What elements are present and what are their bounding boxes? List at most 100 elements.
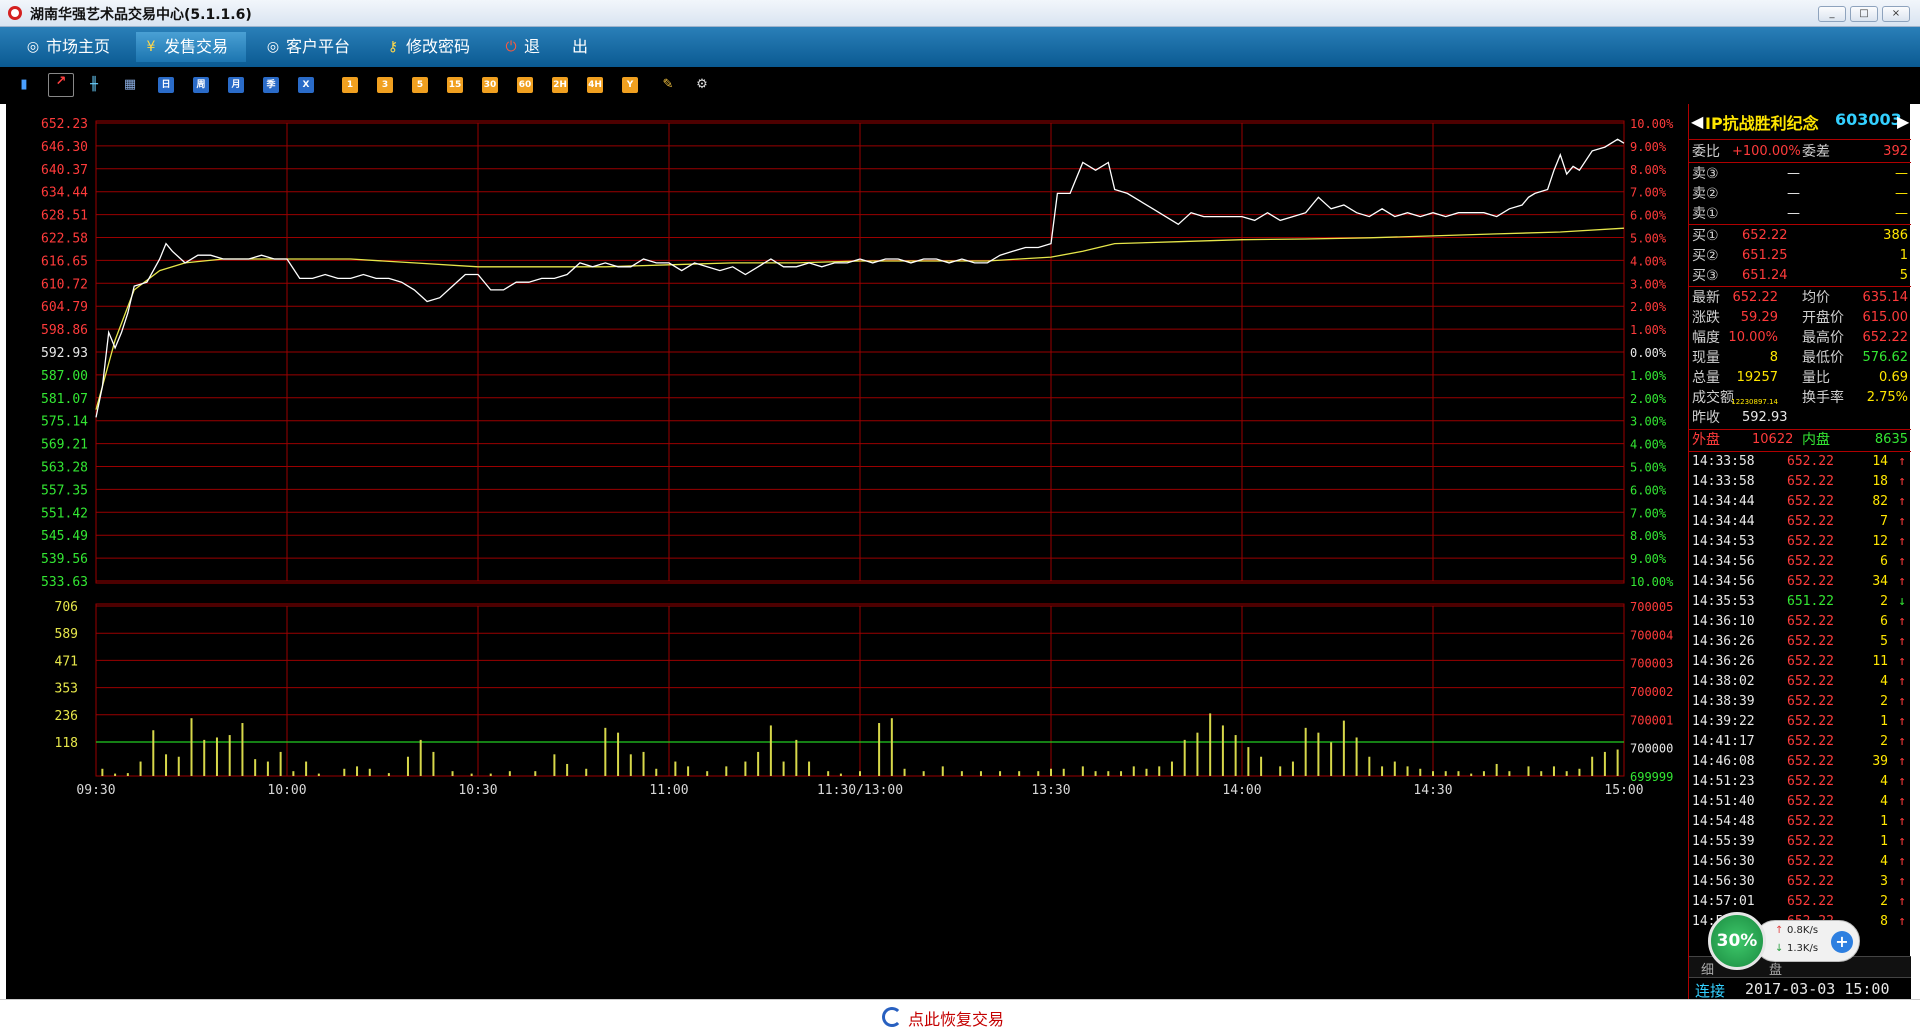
time-tick-label: 13:30 [1031,783,1070,798]
minimize-button[interactable]: _ [1818,6,1846,22]
stat-value: 576.62 [1862,350,1909,365]
time-tick-label: 15:00 [1604,783,1643,798]
volume-bar [1018,771,1021,776]
tick-time: 14:35:53 [1692,594,1755,609]
tick-time: 14:46:08 [1692,754,1755,769]
time-tick-label: 14:00 [1222,783,1261,798]
period-x-button[interactable]: X [298,77,314,93]
plus-icon[interactable]: + [1831,931,1853,953]
period-month-button[interactable]: 月 [228,77,244,93]
tick-list[interactable]: 14:33:58 652.22 14 ↑ 14:33:58 652.22 18 ↑ 14:34:… [1689,452,1911,952]
menu-logout[interactable]: ⏻ 退 出 [496,32,606,62]
price-tick-label: 652.23 [41,117,88,132]
tick-price: 652.22 [1787,834,1834,849]
maximize-button[interactable]: □ [1850,6,1878,22]
bid-volume: 386 [1883,228,1908,243]
volume-bar [279,751,282,776]
ask-row: 卖① — — [1692,204,1908,224]
tick-price: 652.22 [1787,654,1834,669]
tick-volume: 2 [1880,734,1888,749]
network-speed-widget[interactable]: ↑ 0.8K/s ↓ 1.3K/s + 30% [1708,912,1860,970]
tick-price: 652.22 [1787,894,1834,909]
power-icon: ⏻ [505,39,517,55]
menu-issue-trade[interactable]: ¥ 发售交易 [136,32,246,62]
tick-row: 14:33:58 652.22 18 ↑ [1692,472,1908,492]
menu-client-platform[interactable]: ◎ 客户平台 [258,32,364,62]
minute-3-button[interactable]: 3 [377,77,393,93]
tick-row: 14:34:53 652.22 12 ↑ [1692,532,1908,552]
gear-icon[interactable]: ⚙ [694,77,710,93]
period-day-button[interactable]: 日 [158,77,174,93]
tick-row: 14:38:39 652.22 2 ↑ [1692,692,1908,712]
tick-price: 652.22 [1787,774,1834,789]
connection-label: 连接 [1695,982,1726,1000]
minute-30-button[interactable]: 30 [482,77,498,93]
close-button[interactable]: × [1882,6,1910,22]
bid-volume: 1 [1899,248,1908,263]
percent-tick-label: 4.00% [1630,438,1667,452]
line-chart-icon[interactable]: ↗ [48,73,74,97]
tick-price: 652.22 [1787,574,1834,589]
stat-value: 635.14 [1862,290,1909,305]
year-button[interactable]: Y [622,77,638,93]
tick-price: 652.22 [1787,874,1834,889]
prev-stock-arrow-icon[interactable]: ◀ [1691,112,1703,131]
minute-15-button[interactable]: 15 [447,77,463,93]
volume-bar [1540,771,1543,776]
menu-change-password[interactable]: ⚷ 修改密码 [378,32,488,62]
hour-4-button[interactable]: 4H [587,77,603,93]
volume-bar [1381,766,1384,776]
tick-time: 14:33:58 [1692,454,1755,469]
tick-volume: 5 [1880,634,1888,649]
candlestick-icon[interactable]: ╫ [86,77,102,93]
intraday-chart[interactable]: 652.23 10.00% 646.30 9.00% 640.37 8.00% 634.44… [6,104,1688,999]
pencil-icon[interactable]: ✎ [660,77,676,93]
price-tick-label: 557.35 [41,483,88,498]
minute-1-button[interactable]: 1 [342,77,358,93]
calendar-icon[interactable]: ▦ [122,77,138,93]
volume-bar [674,761,677,776]
tick-price: 652.22 [1787,514,1834,529]
period-week-button[interactable]: 周 [193,77,209,93]
volume-bar [1508,771,1511,776]
minute-5-button[interactable]: 5 [412,77,428,93]
up-arrow-icon: ↑ [1898,514,1906,529]
swirl-logo-icon [882,1007,902,1027]
volume-tick-label: 589 [55,627,78,642]
volume-right-label: 700000 [1630,742,1673,756]
percent-tick-label: 8.00% [1630,163,1667,177]
menu-label: 发售交易 [164,37,229,56]
tick-price: 652.22 [1787,674,1834,689]
tick-time: 14:55:39 [1692,834,1755,849]
restore-trade-link[interactable]: 点此恢复交易 [882,1006,1004,1029]
volume-bar [706,771,709,776]
next-stock-arrow-icon[interactable]: ▶ [1897,112,1909,131]
volume-bar [1183,739,1186,776]
volume-bar [617,732,620,776]
volume-bar [1317,732,1320,776]
hour-2-button[interactable]: 2H [552,77,568,93]
bid-row: 买① 652.22 386 [1692,226,1908,246]
volume-bar [114,773,117,776]
volume-bar [228,735,231,776]
tick-price: 652.22 [1787,474,1834,489]
period-quarter-button[interactable]: 季 [263,77,279,93]
volume-bar [241,723,244,776]
tick-volume: 2 [1880,894,1888,909]
tick-time: 14:51:23 [1692,774,1755,789]
volume-bar [1552,766,1555,776]
window-title: 湖南华强艺术品交易中心(5.1.1.6) [30,7,252,23]
globe-icon: ◎ [266,39,280,55]
volume-bar [139,761,142,776]
volume-bar [566,763,569,776]
volume-bar [1062,768,1065,776]
ask-price: — [1787,166,1800,181]
price-tick-label: 598.86 [41,323,88,338]
divider [1689,286,1911,287]
percent-tick-label: 9.00% [1630,552,1667,566]
menu-market-home[interactable]: ◎ 市场主页 [18,32,124,62]
tick-time: 14:33:58 [1692,474,1755,489]
minute-60-button[interactable]: 60 [517,77,533,93]
bar-chart-icon[interactable]: ▮ [16,77,32,93]
tick-time: 14:34:44 [1692,494,1755,509]
